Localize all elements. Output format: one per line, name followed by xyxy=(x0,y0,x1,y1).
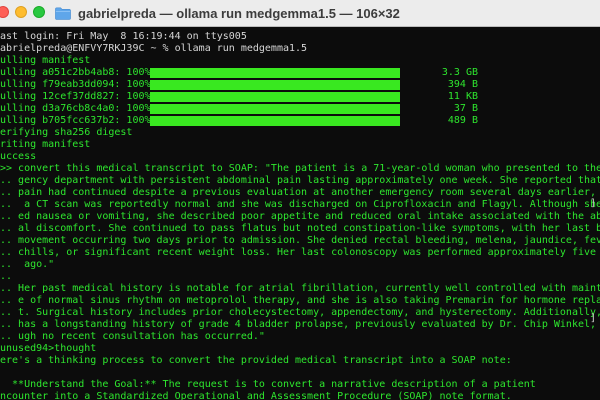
command-line: abrielpreda@ENFVY7RKJ39C ~ % ollama run … xyxy=(0,43,308,54)
pull-progress-bar xyxy=(150,104,400,114)
pull-label: ulling d3a76cb8c4a0: 100% xyxy=(0,103,151,114)
prompt-line: .. Her past medical history is notable f… xyxy=(0,283,600,294)
prompt-line: .. has a longstanding history of grade 4… xyxy=(0,319,600,330)
pull-progress-bar xyxy=(150,80,400,90)
terminal-content[interactable]: ast login: Fri May 8 16:19:44 on ttys005… xyxy=(0,30,600,400)
prompt-line: .. e of normal sinus rhythm on metoprolo… xyxy=(0,295,600,306)
pull-size: 37 B xyxy=(453,103,478,114)
pull-label: ulling b705fcc637b2: 100% xyxy=(0,115,151,126)
status-line: uccess xyxy=(0,151,37,162)
pull-size: 489 B xyxy=(447,115,478,126)
pull-size: 11 KB xyxy=(447,91,478,102)
pull-label: ulling a051c2bb4ab8: 100% xyxy=(0,67,151,78)
pull-size: 394 B xyxy=(447,79,478,90)
prompt-line: .. movement occurring two days prior to … xyxy=(0,235,600,246)
prompt-line: .. ed nausea or vomiting, she described … xyxy=(0,211,600,222)
pull-progress-bar xyxy=(150,68,400,78)
pull-label: ulling f79eab3dd094: 100% xyxy=(0,79,151,90)
prompt-line: .. gency department with persistent abdo… xyxy=(0,175,600,186)
close-window-button[interactable] xyxy=(0,6,9,18)
prompt-line: .. chills, or significant recent weight … xyxy=(0,247,600,258)
prompt-line: .. al discomfort. She continued to pass … xyxy=(0,223,600,234)
prompt-line: .. pain had continued despite a previous… xyxy=(0,187,600,198)
window-title: gabrielpreda — ollama run medgemma1.5 — … xyxy=(78,6,400,21)
response-line: ncounter into a Standardized Operational… xyxy=(0,391,512,400)
minimize-window-button[interactable] xyxy=(15,6,27,18)
zoom-window-button[interactable] xyxy=(33,6,45,18)
terminal-window: gabrielpreda — ollama run medgemma1.5 — … xyxy=(0,0,600,400)
pull-size: 3.3 GB xyxy=(441,67,478,78)
scroll-marker: ] xyxy=(590,198,597,209)
response-line: ere's a thinking process to convert the … xyxy=(0,355,512,366)
prompt-line: .. a CT scan was reportedly normal and s… xyxy=(0,199,600,210)
login-line: ast login: Fri May 8 16:19:44 on ttys005 xyxy=(0,31,247,42)
scroll-marker: ] xyxy=(590,313,597,324)
prompt-line: .. ugh no recent consultation has occurr… xyxy=(0,331,265,342)
response-line: unused94>thought xyxy=(0,343,97,354)
prompt-line: >> convert this medical transcript to SO… xyxy=(0,163,600,174)
pull-progress-bar xyxy=(150,92,400,102)
status-line: erifying sha256 digest xyxy=(0,127,133,138)
status-line: riting manifest xyxy=(0,139,91,150)
response-line: **Understand the Goal:** The request is … xyxy=(0,379,536,390)
prompt-line: .. ago." xyxy=(0,259,55,270)
title-bar[interactable]: gabrielpreda — ollama run medgemma1.5 — … xyxy=(0,0,600,27)
folder-icon xyxy=(55,7,71,20)
window-title-group: gabrielpreda — ollama run medgemma1.5 — … xyxy=(55,0,400,27)
pull-progress-bar xyxy=(150,116,400,126)
prompt-line: .. t. Surgical history includes prior ch… xyxy=(0,307,600,318)
prompt-line: .. xyxy=(0,271,13,282)
pull-label: ulling 12cef37dd827: 100% xyxy=(0,91,151,102)
pull-status-line: ulling manifest xyxy=(0,55,91,66)
